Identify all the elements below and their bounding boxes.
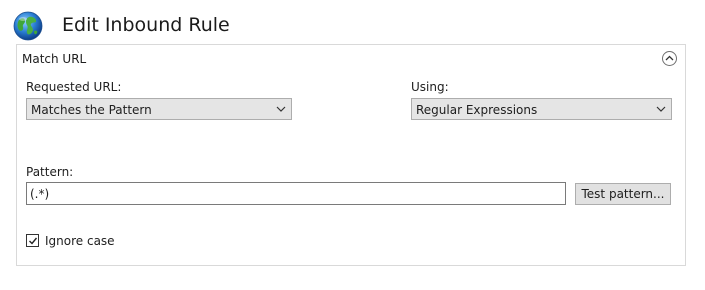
chevron-down-icon [656,106,666,112]
match-url-group: Match URL [16,44,686,266]
using-select[interactable]: Regular Expressions [411,98,672,120]
requested-url-value: Matches the Pattern [31,103,152,117]
page-title: Edit Inbound Rule [62,14,230,36]
ignore-case-checkbox[interactable] [26,234,39,247]
chevron-down-icon [276,106,286,112]
chevron-up-icon [665,55,674,61]
collapse-button[interactable] [662,51,677,66]
checkmark-icon [29,237,38,245]
pattern-value: (.*) [30,187,50,201]
requested-url-select[interactable]: Matches the Pattern [26,98,292,120]
requested-url-label: Requested URL: [26,80,122,94]
edit-inbound-rule-page: Edit Inbound Rule Match URL Requested UR… [0,0,705,290]
group-title: Match URL [22,52,87,66]
globe-icon [13,11,43,41]
ignore-case-label[interactable]: Ignore case [45,234,115,248]
pattern-label: Pattern: [26,165,74,179]
match-url-header: Match URL [17,45,685,73]
using-label: Using: [411,80,449,94]
using-value: Regular Expressions [416,103,538,117]
test-pattern-button[interactable]: Test pattern... [575,183,671,205]
pattern-input[interactable]: (.*) [26,182,566,205]
